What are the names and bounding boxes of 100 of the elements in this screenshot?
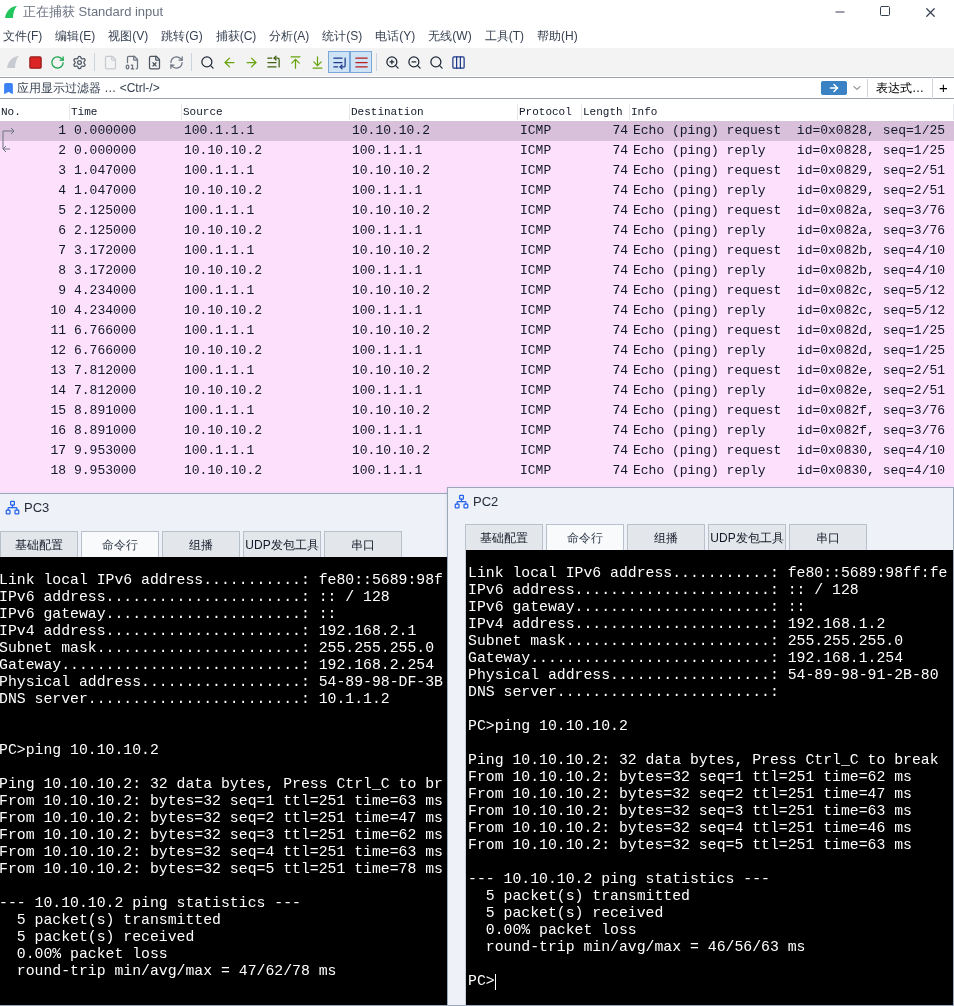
packet-row[interactable]: 1 0.000000 100.1.1.1 10.10.10.2 ICMP 74 Echo (ping) request id=0x0828, seq=1/25 — [0, 121, 954, 141]
bookmark-icon[interactable] — [2, 81, 15, 95]
table-cell-text: 2.125000 — [73, 222, 138, 241]
table-cell-text: 10.10.10.2 — [183, 182, 263, 201]
table-cell-text: 7 — [57, 242, 67, 261]
table-cell-text: 1.047000 — [73, 182, 138, 201]
table-cell-text: 8.891000 — [73, 422, 138, 441]
table-cell-text: Echo (ping) reply id=0x082c, seq=5/12 — [632, 302, 947, 321]
terminal-line: From 10.10.10.2: bytes=32 seq=5 ttl=251 time=78 ms — [0, 861, 443, 878]
column-header[interactable]: Length — [582, 103, 630, 121]
table-cell-text: ICMP — [519, 442, 553, 461]
table-cell-text: ICMP — [519, 342, 553, 361]
table-cell-text: 11 — [49, 322, 67, 341]
table-cell-text: 74 — [611, 462, 629, 481]
column-header[interactable]: Time — [70, 103, 182, 121]
table-cell-text: 18 — [49, 462, 67, 481]
table-cell-text: 2 — [57, 142, 67, 161]
tab[interactable]: 命令行 — [546, 524, 624, 550]
column-header[interactable]: Protocol — [518, 103, 582, 121]
terminal-line: From 10.10.10.2: bytes=32 seq=4 ttl=251 time=63 ms — [0, 844, 443, 861]
terminal-line: PC> — [468, 973, 495, 990]
table-cell-text: 9.953000 — [73, 442, 138, 461]
table-cell-text: Echo (ping) request id=0x082f, seq=3/76 — [632, 402, 947, 421]
table-cell-text: ICMP — [519, 402, 553, 421]
tab[interactable]: 基础配置 — [465, 524, 543, 550]
table-cell-text: ICMP — [519, 202, 553, 221]
table-cell-text: 74 — [611, 342, 629, 361]
maximize-icon[interactable] — [879, 4, 891, 17]
menu-item[interactable]: 捕获(C) — [212, 27, 267, 45]
network-icon — [454, 494, 469, 509]
tab[interactable]: UDP发包工具 — [243, 531, 321, 557]
tab[interactable]: 组播 — [627, 524, 705, 550]
table-cell-text: 74 — [611, 302, 629, 321]
add-button[interactable]: + — [932, 76, 954, 100]
expression-button[interactable]: 表达式… — [867, 79, 932, 97]
table-cell-text: 13 — [49, 362, 67, 381]
table-cell-text: 74 — [611, 442, 629, 461]
table-cell-text: 100.1.1.1 — [351, 462, 424, 481]
table-cell-text: Echo (ping) reply id=0x082e, seq=2/51 — [632, 382, 947, 401]
table-cell-text: 74 — [611, 222, 629, 241]
tab[interactable]: 串口 — [324, 531, 402, 557]
menu-item[interactable]: 电话(Y) — [372, 27, 426, 45]
tab[interactable]: 基础配置 — [0, 531, 78, 557]
terminal-line: Gateway...........................: 192.168.1.254 — [468, 650, 904, 667]
table-cell-text: 74 — [611, 262, 629, 281]
apply-button[interactable] — [821, 81, 847, 95]
table-cell-text: Echo (ping) request id=0x0830, seq=4/10 — [632, 442, 947, 461]
table-cell-text: 10.10.10.2 — [351, 322, 431, 341]
table-cell-text: ICMP — [519, 302, 553, 321]
list-end-icon[interactable] — [328, 51, 350, 73]
table-cell-text: 100.1.1.1 — [351, 302, 424, 321]
table-cell-text: 100.1.1.1 — [183, 402, 256, 421]
menu-item[interactable]: 分析(A) — [266, 27, 320, 45]
table-cell-text: 100.1.1.1 — [183, 242, 256, 261]
table-cell-text: 74 — [611, 202, 629, 221]
terminal-line: IPv6 address......................: :: / 128 — [468, 582, 859, 599]
terminal-line: IPv6 address......................: :: / 128 — [0, 589, 390, 606]
table-cell-text: ICMP — [519, 182, 553, 201]
table-cell-text: 74 — [611, 362, 629, 381]
table-cell-text: 74 — [611, 182, 629, 201]
tab[interactable]: UDP发包工具 — [708, 524, 786, 550]
menu-item[interactable]: 无线(W) — [425, 27, 482, 45]
column-header[interactable]: No. — [0, 103, 70, 121]
menu-item[interactable]: 跳转(G) — [158, 27, 213, 45]
column-header[interactable]: Destination — [350, 103, 518, 121]
tab[interactable]: 串口 — [789, 524, 867, 550]
table-cell-text: 0.000000 — [73, 122, 138, 141]
terminal-line: IPv4 address......................: 192.168.2.1 — [0, 623, 417, 640]
menu-item[interactable]: 帮助(H) — [534, 27, 588, 45]
arrow-right-icon — [828, 82, 840, 94]
terminal-line: 0.00% packet loss — [484, 922, 637, 939]
table-cell-text: Echo (ping) request id=0x082c, seq=5/12 — [632, 282, 947, 301]
table-cell-text: ICMP — [519, 422, 553, 441]
terminal-line: Physical address..................: 54-89-98-91-2B-80 — [468, 667, 939, 684]
table-cell-text: Echo (ping) request id=0x082a, seq=3/76 — [632, 202, 947, 221]
table-cell-text: 100.1.1.1 — [183, 442, 256, 461]
table-cell-text: 8 — [57, 262, 67, 281]
lines-icon[interactable] — [350, 51, 372, 73]
terminal-line: 5 packet(s) received — [15, 929, 195, 946]
table-cell-text: 10.10.10.2 — [351, 402, 431, 421]
column-header[interactable]: Info — [630, 103, 954, 121]
menu-item[interactable]: 视图(V) — [105, 27, 159, 45]
menu-item[interactable]: 编辑(E) — [52, 27, 106, 45]
table-cell-text: 7.812000 — [73, 382, 138, 401]
table-cell-text: 17 — [49, 442, 67, 461]
menu-item[interactable]: 文件(F) — [0, 27, 53, 45]
tab[interactable]: 命令行 — [81, 531, 159, 557]
table-cell-text: 100.1.1.1 — [351, 222, 424, 241]
terminal-line: From 10.10.10.2: bytes=32 seq=2 ttl=251 time=47 ms — [0, 810, 443, 827]
table-cell-text: ICMP — [519, 362, 553, 381]
terminal-line: 5 packet(s) received — [484, 905, 664, 922]
terminal-line: From 10.10.10.2: bytes=32 seq=3 ttl=251 time=63 ms — [468, 803, 912, 820]
table-cell-text: ICMP — [519, 162, 553, 181]
tab[interactable]: 组播 — [162, 531, 240, 557]
menu-item[interactable]: 统计(S) — [319, 27, 373, 45]
column-header[interactable]: Source — [182, 103, 350, 121]
menu-item[interactable]: 工具(T) — [481, 27, 534, 45]
terminal-line: From 10.10.10.2: bytes=32 seq=4 ttl=251 time=46 ms — [468, 820, 912, 837]
table-cell-text: 100.1.1.1 — [351, 382, 424, 401]
terminal-line: From 10.10.10.2: bytes=32 seq=1 ttl=251 time=63 ms — [0, 793, 443, 810]
